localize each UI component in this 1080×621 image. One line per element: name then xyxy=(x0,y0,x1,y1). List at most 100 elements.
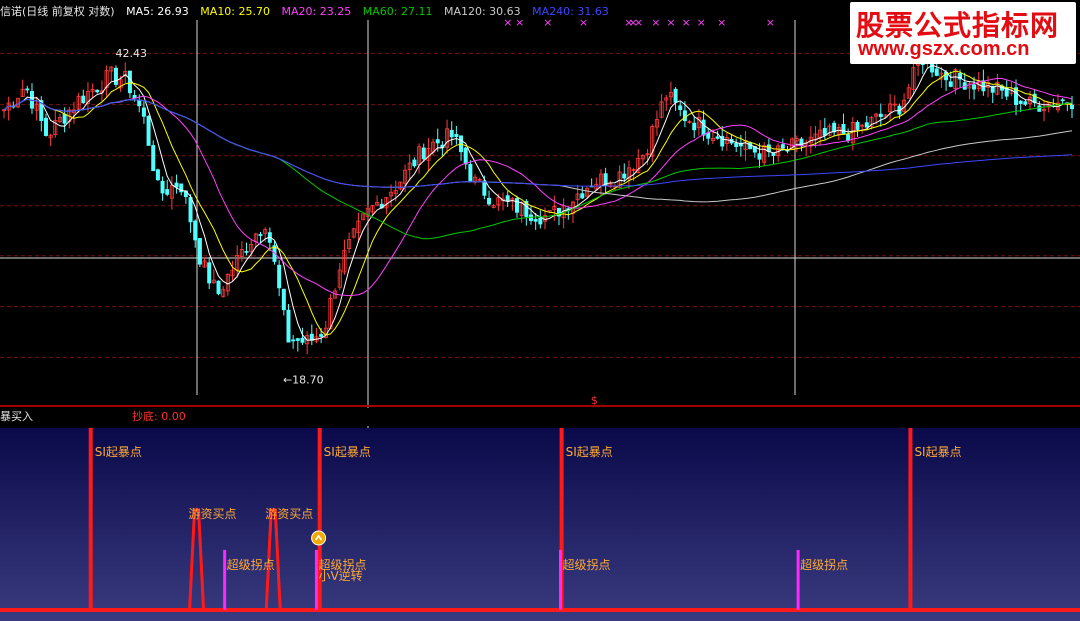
price-annotation-dollar: $ xyxy=(591,394,598,407)
candle-body xyxy=(113,67,118,85)
candle-body xyxy=(682,110,687,122)
candle-body xyxy=(948,81,953,87)
signal-x-marker: × xyxy=(697,16,706,29)
price-annotation-18.70: ←18.70 xyxy=(283,373,324,386)
label-chaoji: 超级拐点 xyxy=(227,557,275,572)
candle-body xyxy=(81,95,86,104)
candle-body xyxy=(678,105,683,110)
legend-title: 信诺(日线 前复权 对数) xyxy=(0,5,115,18)
ma60-line xyxy=(3,98,1073,240)
candle-body xyxy=(855,121,860,130)
label-chaoji: 超级拐点 xyxy=(563,557,611,572)
candle-body xyxy=(487,197,492,205)
signal-x-marker: × xyxy=(717,16,726,29)
signal-x-marker: × xyxy=(681,16,690,29)
indicator-name: 暴买入 xyxy=(0,410,33,423)
candle-body xyxy=(673,88,678,103)
legend-ma5: MA5: 26.93 xyxy=(126,5,189,18)
indicator-header: 暴买入 抄底: 0.00 xyxy=(0,408,1080,426)
label-youzi: 游资买点 xyxy=(265,507,313,521)
candle-body xyxy=(449,129,454,138)
candle-body xyxy=(435,139,440,144)
candle-body xyxy=(197,237,202,265)
candle-body xyxy=(174,182,179,188)
legend-ma10: MA10: 25.70 xyxy=(200,5,271,18)
candle-body xyxy=(1060,99,1065,102)
candle-body xyxy=(95,89,100,93)
signal-x-marker: × xyxy=(634,16,643,29)
candle-body xyxy=(165,189,170,195)
candle-body xyxy=(780,144,785,149)
candle-body xyxy=(146,115,151,146)
candle-body xyxy=(286,309,291,343)
candle-body xyxy=(533,219,538,222)
candle-body xyxy=(193,220,198,241)
candle-body xyxy=(300,337,305,343)
candle-body xyxy=(62,113,67,124)
candle-body xyxy=(291,339,296,342)
candle-body xyxy=(934,68,939,76)
candle-body xyxy=(864,122,869,128)
candle-body xyxy=(137,99,142,107)
candle-body xyxy=(706,132,711,139)
label-si: SI起暴点 xyxy=(324,445,371,459)
signal-x-marker: × xyxy=(766,16,775,29)
label-si: SI起暴点 xyxy=(914,445,961,459)
legend-bar: 信诺(日线 前复权 对数) MA5: 26.93 MA10: 25.70 MA2… xyxy=(0,4,617,20)
candle-body xyxy=(757,153,762,160)
candle-body xyxy=(216,280,221,295)
legend-ma20: MA20: 23.25 xyxy=(281,5,352,18)
indicator-value: 抄底: 0.00 xyxy=(132,410,186,423)
candle-body xyxy=(43,117,48,136)
label-vni: 小V逆转 xyxy=(318,568,362,583)
candle-body xyxy=(580,193,585,199)
candle-body xyxy=(258,234,263,236)
candle-body xyxy=(841,123,846,135)
signal-x-marker: × xyxy=(666,16,675,29)
candle-body xyxy=(281,288,286,311)
candle-body xyxy=(155,169,160,181)
legend-ma120: MA120: 30.63 xyxy=(443,5,521,18)
indicator-panel: SI起暴点 SI起暴点 SI起暴点 SI起暴点游资买点 游资买点超级拐点 超级拐点 超级拐点… xyxy=(0,428,1080,621)
candle-body xyxy=(141,107,146,117)
watermark-url: www.gszx.com.cn xyxy=(858,38,1030,60)
candle-body xyxy=(1018,100,1023,104)
label-si: SI起暴点 xyxy=(95,445,142,459)
candle-body xyxy=(127,70,132,94)
candle-body xyxy=(715,136,720,139)
signal-x-marker: × xyxy=(651,16,660,29)
candle-body xyxy=(832,122,837,133)
candle-body xyxy=(468,164,473,182)
candle-body xyxy=(822,127,827,136)
candle-body xyxy=(846,134,851,141)
candle-body xyxy=(295,338,300,341)
ma10-line xyxy=(3,70,1073,336)
candle-body xyxy=(972,84,977,90)
candle-body xyxy=(515,198,520,213)
candle-body xyxy=(1070,104,1075,110)
label-si: SI起暴点 xyxy=(566,445,613,459)
candle-body xyxy=(277,264,282,289)
candle-body xyxy=(25,88,30,91)
candle-body xyxy=(421,147,426,160)
candle-body xyxy=(482,180,487,196)
candle-body xyxy=(160,180,165,194)
candle-body xyxy=(463,147,468,165)
candle-body xyxy=(538,217,543,225)
candle-body xyxy=(412,159,417,167)
candle-body xyxy=(1023,101,1028,105)
candle-body xyxy=(207,262,212,284)
candle-body xyxy=(244,251,249,253)
candle-body xyxy=(505,195,510,202)
candle-body xyxy=(734,142,739,148)
price-annotation-42.43: 42.43 xyxy=(116,47,148,60)
candle-body xyxy=(1037,105,1042,112)
candle-body xyxy=(771,152,776,156)
candle-body xyxy=(319,334,324,337)
candle-body xyxy=(454,133,459,137)
ma240-line xyxy=(3,98,1073,188)
candle-body xyxy=(188,197,193,223)
label-chaoji: 超级拐点 xyxy=(800,557,848,572)
watermark-logo: 股票公式指标网 www.gszx.com.cn xyxy=(850,2,1076,64)
signal-badge-icon xyxy=(311,530,327,546)
